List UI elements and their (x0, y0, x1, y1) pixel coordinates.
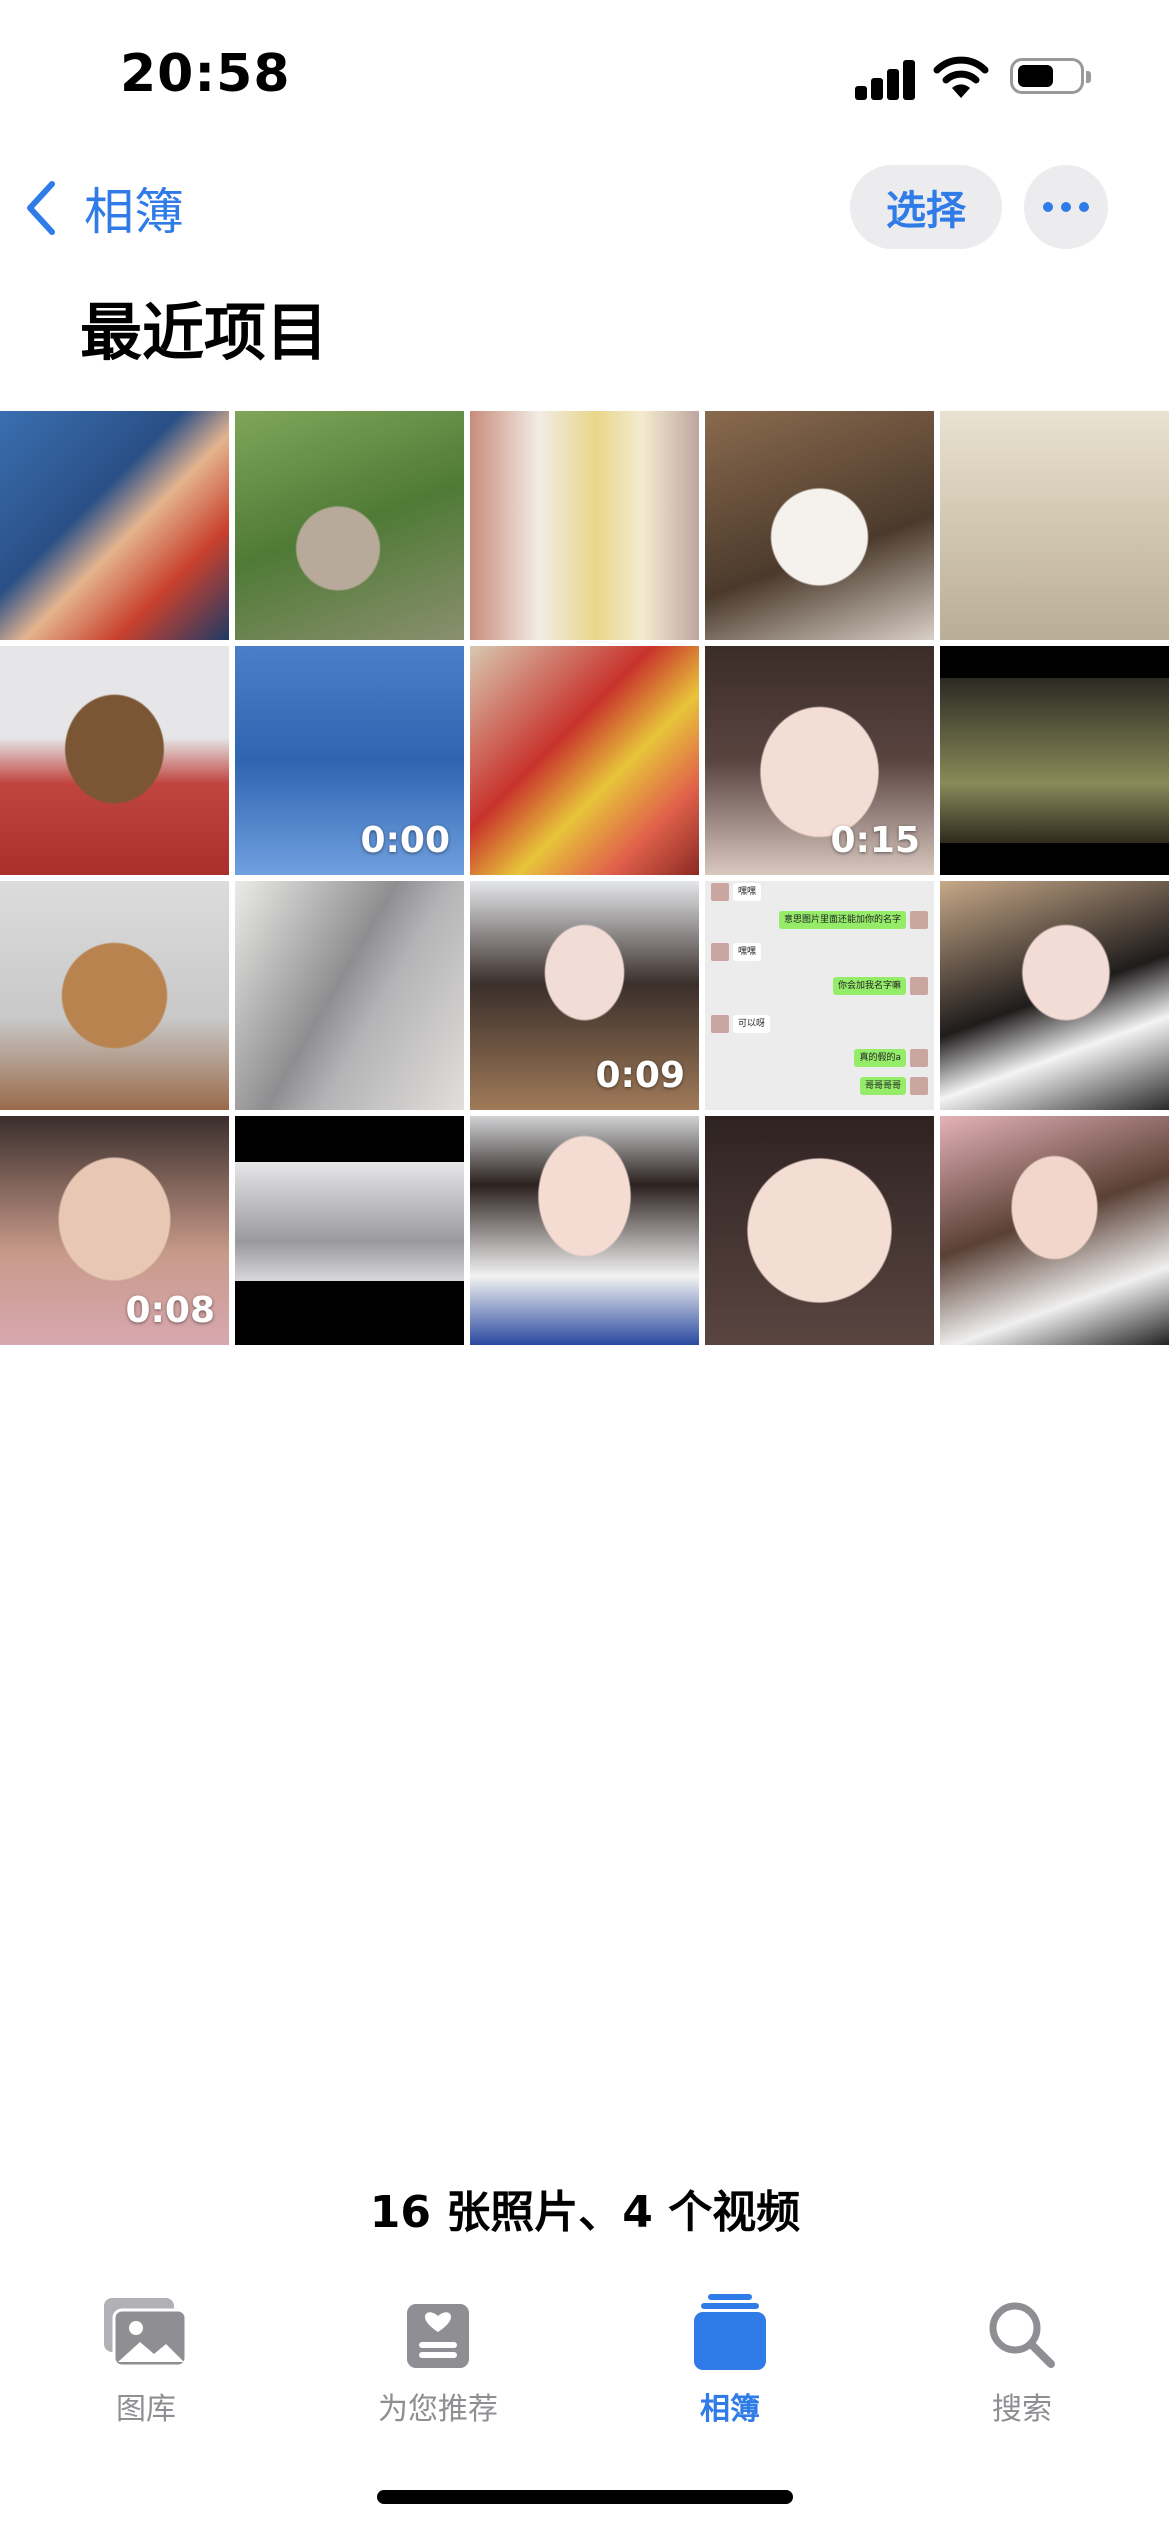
more-dot (1043, 202, 1053, 212)
cellular-signal-icon (855, 58, 917, 100)
more-options-button[interactable] (1024, 165, 1108, 249)
photo-grid: 0:00 0:15 0:09 嘿嘿 意思图片里面还能加你的名字 嘿嘿 你会加我名… (0, 411, 1170, 1345)
chat-screenshot: 嘿嘿 意思图片里面还能加你的名字 嘿嘿 你会加我名字嘛 可以呀 真的假的a 哥哥… (705, 881, 934, 1110)
video-thumbnail[interactable]: 0:08 (0, 1116, 229, 1345)
tab-label: 搜索 (992, 2392, 1052, 2427)
tab-library[interactable]: 图库 (36, 2280, 256, 2428)
photo-thumbnail[interactable] (0, 411, 229, 640)
chat-avatar (711, 883, 729, 901)
chat-bubble: 真的假的a (854, 1049, 906, 1067)
more-dot (1061, 202, 1071, 212)
chat-bubble: 嘿嘿 (733, 883, 762, 901)
photo-thumbnail[interactable] (705, 411, 934, 640)
video-duration: 0:08 (125, 1290, 215, 1331)
photo-thumbnail[interactable] (705, 1116, 934, 1345)
tab-label: 图库 (116, 2392, 176, 2427)
back-to-albums-button[interactable]: 相簿 (22, 172, 184, 244)
photo-thumbnail[interactable] (940, 411, 1169, 640)
battery-icon (1010, 58, 1091, 94)
photo-thumbnail[interactable] (940, 1116, 1169, 1345)
chat-avatar (910, 1049, 928, 1067)
search-icon (989, 2302, 1055, 2368)
photo-thumbnail[interactable] (0, 881, 229, 1110)
tab-label: 相簿 (700, 2392, 760, 2427)
video-duration: 0:15 (830, 820, 920, 861)
clock: 20:58 (120, 44, 291, 104)
tab-albums[interactable]: 相簿 (620, 2280, 840, 2428)
photo-thumbnail[interactable] (470, 411, 699, 640)
chevron-left-icon (27, 181, 55, 235)
photo-thumbnail[interactable] (940, 646, 1169, 875)
back-label: 相簿 (84, 183, 184, 241)
chat-bubble: 你会加我名字嘛 (832, 977, 906, 995)
photos-icon (104, 2298, 188, 2368)
video-thumbnail[interactable]: 0:15 (705, 646, 934, 875)
tab-search[interactable]: 搜索 (912, 2280, 1132, 2428)
photo-thumbnail[interactable] (470, 1116, 699, 1345)
chat-bubble: 嘿嘿 (733, 943, 762, 961)
video-duration: 0:00 (360, 820, 450, 861)
more-dot (1079, 202, 1089, 212)
chat-avatar (910, 977, 928, 995)
chat-avatar (910, 911, 928, 929)
wifi-icon (933, 56, 989, 98)
photo-thumbnail[interactable] (0, 646, 229, 875)
for-you-icon (407, 2304, 469, 2368)
tab-bar: 图库 为您推荐 相簿 搜索 (0, 2280, 1170, 2450)
tab-for-you[interactable]: 为您推荐 (328, 2280, 548, 2428)
photo-thumbnail[interactable] (235, 1116, 464, 1345)
chat-bubble: 哥哥哥哥 (859, 1077, 906, 1095)
chat-bubble: 意思图片里面还能加你的名字 (778, 911, 906, 929)
photo-thumbnail[interactable] (470, 646, 699, 875)
library-summary: 16 张照片、4 个视频 (369, 2187, 801, 2238)
photo-thumbnail[interactable] (235, 881, 464, 1110)
home-indicator[interactable] (377, 2490, 793, 2504)
chat-bubble: 可以呀 (733, 1015, 771, 1033)
chat-avatar (910, 1077, 928, 1095)
albums-icon (694, 2294, 766, 2370)
photo-thumbnail[interactable] (940, 881, 1169, 1110)
chat-avatar (711, 943, 729, 961)
video-thumbnail[interactable]: 0:00 (235, 646, 464, 875)
chat-avatar (711, 1015, 729, 1033)
tab-label: 为您推荐 (378, 2392, 498, 2427)
status-bar: 20:58 (0, 0, 1170, 150)
video-thumbnail[interactable]: 0:09 (470, 881, 699, 1110)
photo-thumbnail[interactable] (235, 411, 464, 640)
select-button[interactable]: 选择 (850, 165, 1002, 249)
video-duration: 0:09 (595, 1055, 685, 1096)
page-title: 最近项目 (80, 296, 329, 369)
screenshot-thumbnail[interactable]: 嘿嘿 意思图片里面还能加你的名字 嘿嘿 你会加我名字嘛 可以呀 真的假的a 哥哥… (705, 881, 934, 1110)
